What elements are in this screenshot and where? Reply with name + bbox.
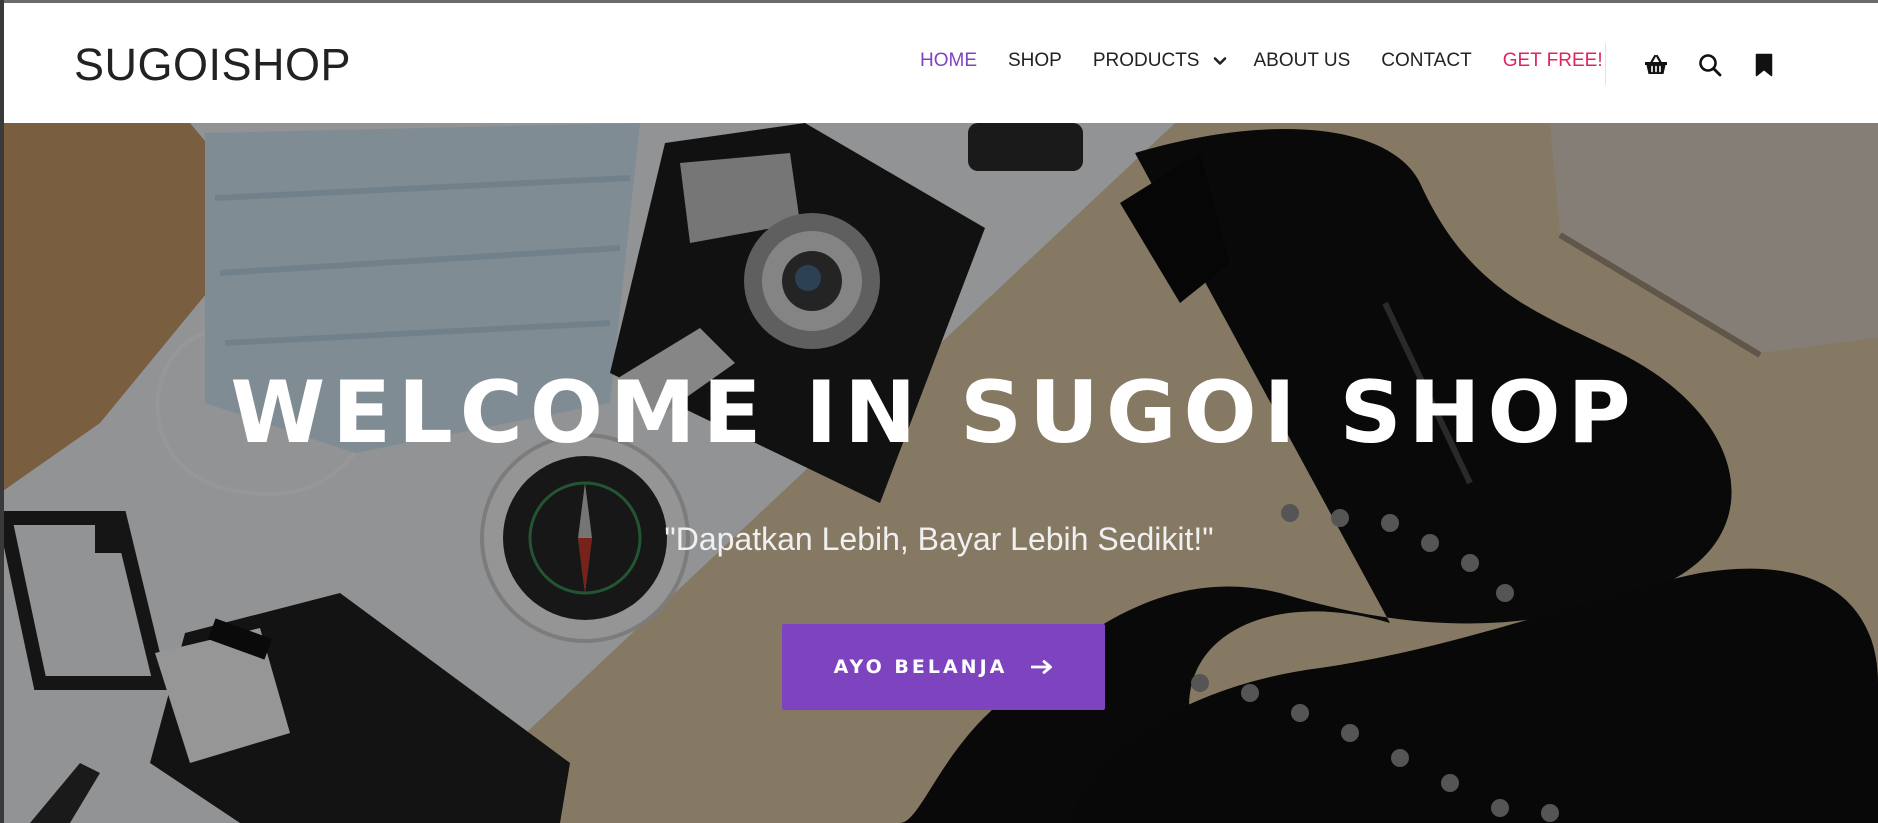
shop-now-button[interactable]: AYO BELANJA: [782, 624, 1105, 710]
hero-subtitle: "Dapatkan Lebih, Bayar Lebih Sedikit!": [664, 521, 1214, 557]
hero-dark-overlay: [0, 123, 1878, 823]
nav-home[interactable]: HOME: [920, 50, 977, 72]
shop-now-label: AYO BELANJA: [833, 656, 1008, 678]
basket-icon[interactable]: [1643, 52, 1669, 78]
bookmark-icon[interactable]: [1751, 52, 1777, 78]
site-header: SUGOISHOP HOME SHOP PRODUCTS ABOUT US CO…: [0, 3, 1878, 123]
nav-about-us[interactable]: ABOUT US: [1253, 50, 1350, 72]
nav-products[interactable]: PRODUCTS: [1093, 50, 1200, 72]
chevron-down-icon[interactable]: [1213, 54, 1227, 68]
nav-contact[interactable]: CONTACT: [1381, 50, 1471, 72]
window-left-edge: [0, 0, 4, 823]
site-logo[interactable]: SUGOISHOP: [74, 39, 351, 91]
main-nav: HOME SHOP PRODUCTS ABOUT US CONTACT GET …: [920, 50, 1634, 72]
hero-banner: WELCOME IN SUGOI SHOP "Dapatkan Lebih, B…: [0, 123, 1878, 823]
hero-title: WELCOME IN SUGOI SHOP: [230, 363, 1638, 463]
nav-divider: [1605, 43, 1606, 85]
nav-shop[interactable]: SHOP: [1008, 50, 1062, 72]
arrow-right-icon: [1031, 660, 1053, 674]
nav-products-dropdown[interactable]: PRODUCTS: [1093, 50, 1228, 72]
search-icon[interactable]: [1697, 52, 1723, 78]
nav-get-free[interactable]: GET FREE!: [1503, 50, 1603, 72]
